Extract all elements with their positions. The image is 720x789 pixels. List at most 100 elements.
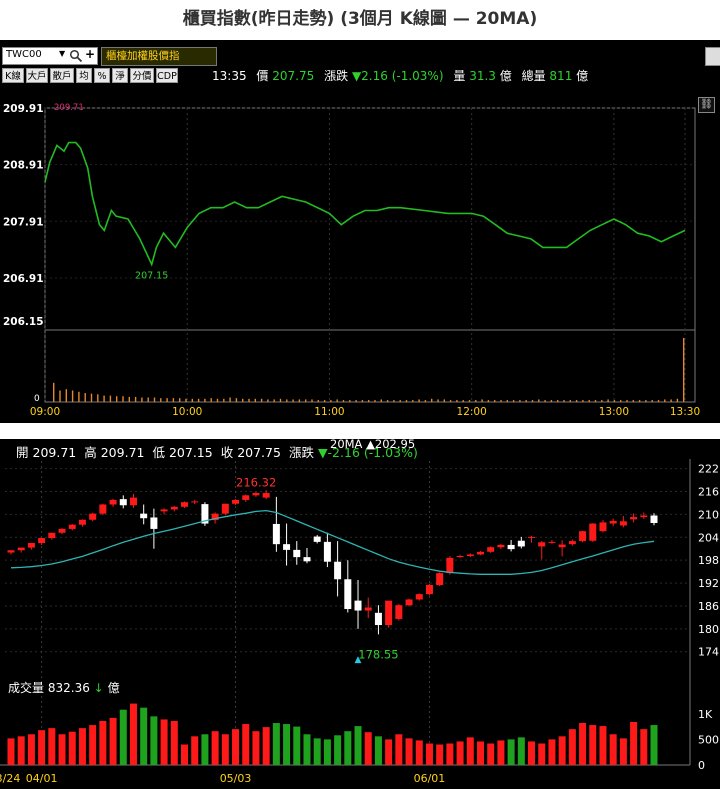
volume-bar	[525, 400, 527, 402]
volume-bar	[109, 395, 112, 402]
volume-bar	[395, 734, 403, 765]
volume-bar	[191, 736, 199, 765]
open-marker-label: 209.71	[54, 103, 84, 113]
volume-bar	[191, 398, 193, 402]
candle-body	[640, 515, 648, 518]
candle-body	[48, 532, 56, 539]
candle-body	[425, 584, 433, 595]
candle-body	[528, 536, 536, 538]
volume-bar	[293, 726, 301, 765]
candle-body	[650, 515, 658, 523]
candle-body	[354, 600, 362, 611]
candle-body	[609, 520, 617, 524]
volume-bar	[267, 399, 269, 402]
volume-bar	[517, 737, 525, 765]
candle-body	[630, 517, 638, 520]
volume-bar	[260, 398, 263, 402]
candle-body	[58, 528, 66, 533]
volume-bar	[512, 400, 515, 402]
candle-body	[538, 542, 546, 547]
volume-bar	[664, 399, 666, 402]
volume-bar	[216, 398, 219, 402]
y-tick-label: 206.91	[3, 273, 44, 285]
volume-bar	[607, 399, 609, 402]
candle-body	[129, 497, 137, 506]
candle-body	[303, 557, 311, 562]
x-tick-label: 10:00	[172, 406, 202, 418]
volume-bar	[563, 400, 565, 402]
price-tick-label: 192	[698, 577, 719, 590]
volume-bar	[141, 397, 143, 402]
volume-label: 成交量	[8, 681, 45, 695]
volume-bar	[201, 734, 209, 765]
candle-body	[395, 605, 403, 619]
candle-body	[68, 524, 76, 529]
volume-bar	[119, 709, 127, 765]
volume-bar	[342, 400, 345, 402]
volume-bar	[344, 731, 352, 765]
volume-bar	[273, 399, 275, 402]
volume-tick-label: 0	[698, 759, 705, 772]
volume-bar	[640, 729, 648, 765]
volume-bar	[58, 734, 66, 765]
volume-bar	[298, 399, 301, 402]
volume-bar	[235, 398, 238, 402]
volume-bar	[68, 731, 76, 765]
volume-bar	[519, 400, 521, 402]
volume-bar	[528, 741, 536, 765]
volume-bar	[153, 397, 156, 402]
volume-bar	[405, 738, 413, 765]
volume-bar	[7, 738, 15, 765]
volume-bar	[506, 400, 508, 402]
candle-body	[466, 554, 474, 556]
candle-body	[191, 501, 199, 503]
volume-bar	[59, 390, 61, 402]
volume-bar	[487, 400, 490, 402]
volume-bar	[303, 734, 311, 765]
volume-bar	[90, 393, 93, 402]
date-tick-label: 04/01	[26, 772, 58, 785]
volume-bar	[292, 399, 294, 402]
volume-bar	[650, 725, 658, 765]
volume-bar	[150, 716, 158, 765]
candle-body	[497, 544, 505, 548]
x-tick-label: 11:00	[314, 406, 344, 418]
volume-bar	[116, 396, 118, 402]
volume-bar	[334, 735, 342, 765]
volume-bar	[355, 400, 357, 402]
volume-bar	[364, 732, 372, 765]
candle-body	[446, 557, 454, 574]
candle-body	[487, 547, 495, 552]
link-icon[interactable]: ⛓	[698, 97, 715, 113]
volume-bar	[170, 720, 178, 765]
volume-bar	[254, 398, 256, 402]
candle-body	[38, 538, 46, 544]
candle-body	[313, 536, 321, 542]
volume-bar	[393, 400, 395, 402]
y-tick-label: 207.91	[3, 216, 44, 228]
plot-frame	[44, 107, 696, 403]
volume-bar	[412, 400, 414, 402]
candle-body	[599, 522, 607, 532]
volume-bar	[399, 400, 401, 402]
ma20-line	[10, 509, 655, 575]
volume-bar	[323, 739, 331, 765]
candle-body	[364, 607, 372, 611]
volume-bar	[538, 743, 546, 765]
volume-bar	[620, 400, 622, 402]
volume-bar	[147, 397, 149, 402]
volume-bar	[361, 400, 364, 402]
volume-bar	[160, 398, 162, 402]
candle-body	[221, 503, 229, 514]
candle-body	[119, 499, 127, 506]
volume-bar	[197, 398, 200, 402]
volume-bar	[172, 398, 175, 402]
volume-bar	[446, 743, 454, 765]
candle-body	[579, 531, 587, 542]
volume-bar	[166, 398, 168, 402]
volume-bar	[481, 399, 483, 402]
volume-bar	[262, 727, 270, 765]
volume-bar	[122, 396, 124, 402]
volume-bar	[229, 397, 231, 402]
price-tick-label: 204	[698, 531, 719, 544]
